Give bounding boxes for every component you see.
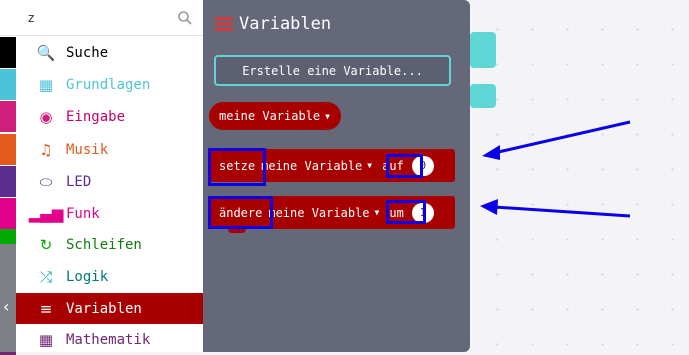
shuffle-icon: ⤮ <box>39 267 52 286</box>
category-label: Grundlagen <box>66 76 151 93</box>
category-color-stripe <box>0 134 16 165</box>
signal-bars-icon: ▂▄▆ <box>28 204 64 223</box>
loop-icon: ↻ <box>39 235 53 254</box>
change-value-input[interactable]: 1 <box>411 202 434 223</box>
category-funk[interactable]: ▂▄▆ Funk <box>0 198 203 229</box>
chevron-left-icon[interactable]: ‹ <box>3 299 15 315</box>
category-label: Eingabe <box>66 108 126 125</box>
search-icon: 🔍 <box>36 43 56 62</box>
category-musik[interactable]: ♫ Musik <box>0 134 203 165</box>
list-icon: ≡ <box>39 299 53 318</box>
category-label: Logik <box>66 268 109 285</box>
set-value-input[interactable]: 0 <box>411 155 434 176</box>
change-connector: um <box>389 205 404 220</box>
grid-icon: ▦ <box>38 75 54 94</box>
headphones-icon: ♫ <box>39 140 53 159</box>
variable-dropdown-label: meine Variable <box>268 205 370 220</box>
category-color-stripe <box>0 166 16 197</box>
category-color-stripe <box>0 101 16 132</box>
set-connector: auf <box>382 158 404 173</box>
search-bar <box>0 0 203 36</box>
dropdown-arrow-icon: ▼ <box>374 208 380 217</box>
search-input[interactable] <box>28 6 178 30</box>
toolbox: 🔍Suche▦Grundlagen◉Eingabe♫Musik⬭LED▂▄▆Fu… <box>0 0 203 355</box>
calculator-icon: ▦ <box>38 330 54 349</box>
category-variablen[interactable]: ≡ Variablen <box>0 293 203 324</box>
list-icon <box>215 17 233 31</box>
dropdown-arrow-icon: ▼ <box>367 161 373 170</box>
variable-name: meine Variable <box>219 109 321 123</box>
category-eingabe[interactable]: ◉ Eingabe <box>0 101 203 132</box>
category-label: Mathematik <box>66 331 151 348</box>
change-keyword: ändere <box>219 205 263 220</box>
variable-dropdown[interactable]: meine Variable ▼ <box>261 159 372 173</box>
set-keyword: setze <box>219 158 256 173</box>
category-grundlagen[interactable]: ▦ Grundlagen <box>0 69 203 100</box>
search-icon[interactable] <box>177 10 193 26</box>
workspace-block-ghost <box>470 32 496 68</box>
change-variable-block[interactable]: ändere meine Variable ▼ um 1 <box>209 196 455 229</box>
variable-dropdown-label: meine Variable <box>261 158 363 173</box>
category-logik[interactable]: ⤮ Logik <box>0 261 203 292</box>
workspace-block-ghost <box>470 84 496 108</box>
category-label: Variablen <box>66 300 142 317</box>
category-suche[interactable]: 🔍 Suche <box>0 37 203 68</box>
category-led[interactable]: ⬭ LED <box>0 166 203 197</box>
block-tail <box>228 226 246 233</box>
toggle-icon: ⬭ <box>39 172 53 191</box>
category-color-stripe <box>0 37 16 68</box>
category-label: Funk <box>66 205 100 222</box>
category-color-stripe <box>0 198 16 229</box>
category-label: Schleifen <box>66 236 142 253</box>
target-icon: ◉ <box>39 107 53 126</box>
create-variable-button[interactable]: Erstelle eine Variable... <box>214 55 451 86</box>
variable-dropdown[interactable]: meine Variable ▼ <box>268 206 379 220</box>
category-label: Suche <box>66 44 109 61</box>
category-schleifen[interactable]: ↻ Schleifen <box>0 229 203 260</box>
category-mathematik[interactable]: ▦ Mathematik <box>0 324 203 355</box>
variable-reporter-block[interactable]: meine Variable ▼ <box>209 102 341 130</box>
set-variable-block[interactable]: setze meine Variable ▼ auf 0 <box>209 149 455 182</box>
flyout-title: Variablen <box>239 14 332 34</box>
dropdown-arrow-icon[interactable]: ▼ <box>325 112 330 121</box>
category-label: Musik <box>66 141 109 158</box>
category-label: LED <box>66 173 92 190</box>
category-color-stripe <box>0 69 16 100</box>
flyout-header: Variablen <box>215 14 331 34</box>
workspace[interactable] <box>470 0 689 352</box>
